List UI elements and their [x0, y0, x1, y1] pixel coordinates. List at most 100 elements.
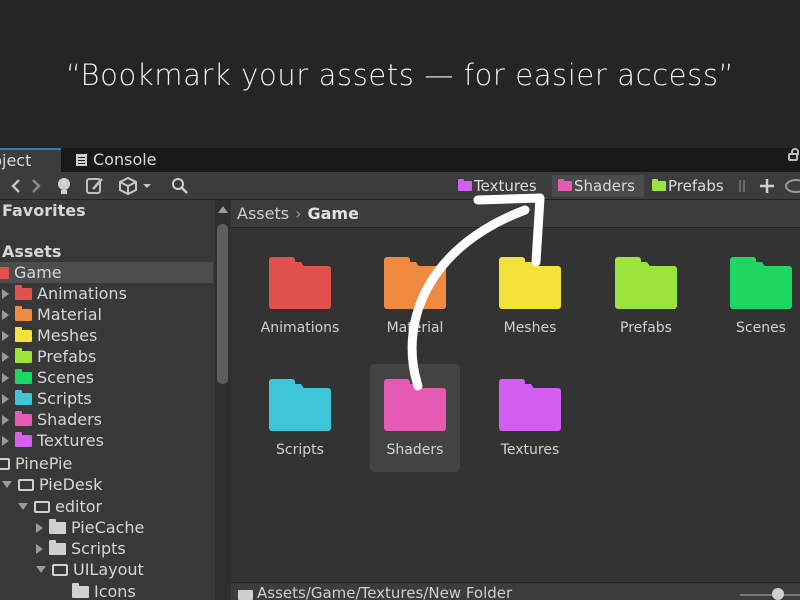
folder-icon — [15, 285, 32, 300]
edit-pencil-icon[interactable] — [84, 176, 106, 196]
tree-item-label: Icons — [94, 582, 136, 600]
expand-arrow-icon[interactable] — [2, 352, 9, 362]
folder-icon — [49, 540, 66, 555]
tree-item-label: editor — [55, 497, 103, 516]
tree-scrollbar[interactable] — [215, 200, 231, 600]
expand-arrow-icon[interactable] — [2, 373, 9, 383]
bookmark-folder-icon — [558, 179, 572, 191]
expand-arrow-icon[interactable] — [2, 394, 9, 404]
tree-item-game[interactable]: Game — [0, 262, 213, 283]
expand-arrow-icon[interactable] — [2, 289, 9, 299]
breadcrumb-game[interactable]: Game — [307, 204, 358, 223]
tree-item-uilayout[interactable]: UILayout — [36, 559, 144, 580]
collapse-arrow-icon[interactable] — [2, 481, 12, 488]
collapse-arrow-icon[interactable] — [36, 566, 46, 573]
expand-arrow-icon[interactable] — [2, 415, 9, 425]
tree-item-animations[interactable]: Animations — [2, 283, 127, 304]
collapse-arrow-icon[interactable] — [18, 503, 28, 510]
open-folder-icon — [34, 501, 50, 513]
folder-icon — [15, 411, 32, 426]
folder-icon — [499, 257, 561, 309]
folder-tile-shaders[interactable]: Shaders — [370, 364, 460, 472]
bookmark-shaders[interactable]: Shaders — [552, 175, 644, 197]
tree-item-label: UILayout — [73, 560, 144, 579]
folder-icon — [269, 257, 331, 309]
folder-tile-material[interactable]: Material — [370, 246, 460, 354]
folder-tile-label: Scenes — [736, 320, 786, 336]
expand-arrow-icon[interactable] — [36, 523, 43, 533]
breadcrumb-assets[interactable]: Assets — [237, 204, 289, 223]
tree-item-label: Scripts — [37, 389, 92, 408]
folder-tile-label: Shaders — [386, 442, 444, 458]
tree-item-meshes[interactable]: Meshes — [2, 325, 97, 346]
expand-arrow-icon[interactable] — [36, 544, 43, 554]
bookmark-folder-icon — [652, 179, 666, 191]
package-filter-icon[interactable] — [116, 176, 158, 196]
lock-icon[interactable] — [788, 148, 799, 161]
promo-banner: “Bookmark your assets — for easier acces… — [0, 0, 800, 148]
folder-icon — [269, 379, 331, 431]
open-folder-icon — [18, 479, 34, 491]
add-bookmark-icon[interactable] — [756, 176, 778, 196]
scrollbar-thumb[interactable] — [217, 224, 228, 384]
scroll-up-arrow-icon[interactable] — [218, 206, 228, 213]
expand-arrow-icon[interactable] — [2, 310, 9, 320]
bookmark-prefabs[interactable]: Prefabs — [646, 175, 736, 197]
lightbulb-icon[interactable] — [54, 176, 74, 196]
window-tab-bar: roject Console — [0, 148, 800, 172]
assets-header[interactable]: Assets — [2, 241, 61, 262]
folder-tile-meshes[interactable]: Meshes — [485, 246, 575, 354]
tab-console[interactable]: Console — [72, 148, 176, 172]
search-icon[interactable] — [170, 176, 190, 196]
tree-item-label: Textures — [37, 431, 104, 450]
bookmark-textures[interactable]: Textures — [452, 175, 548, 197]
open-folder-icon — [0, 458, 10, 470]
folder-tile-textures[interactable]: Textures — [485, 368, 575, 476]
folder-tile-scenes[interactable]: Scenes — [716, 246, 800, 354]
bookmark-label: Shaders — [574, 177, 635, 195]
tree-item-label: Meshes — [37, 326, 98, 345]
tree-item-editor-scripts[interactable]: Scripts — [36, 538, 126, 559]
tree-item-label: Shaders — [37, 410, 103, 429]
tree-item-prefabs[interactable]: Prefabs — [2, 346, 96, 367]
tab-project-label: roject — [0, 151, 32, 170]
tree-item-label: Game — [14, 263, 62, 282]
zoom-slider-handle[interactable] — [772, 588, 784, 600]
folder-icon — [72, 583, 89, 598]
folder-icon — [49, 519, 66, 534]
folder-icon — [499, 379, 561, 431]
tree-item-label: Scripts — [71, 539, 126, 558]
visibility-eye-icon[interactable] — [784, 176, 800, 196]
tree-item-piedesk[interactable]: PieDesk — [2, 474, 102, 495]
tree-item-scripts[interactable]: Scripts — [2, 388, 92, 409]
folder-icon — [0, 267, 9, 279]
breadcrumb-chevron-icon: › — [295, 204, 302, 223]
tree-item-editor[interactable]: editor — [18, 496, 102, 517]
tree-item-shaders[interactable]: Shaders — [2, 409, 102, 430]
forward-arrow-icon[interactable] — [28, 176, 44, 196]
bookmark-folder-icon — [458, 179, 472, 191]
tree-item-scenes[interactable]: Scenes — [2, 367, 94, 388]
expand-arrow-icon[interactable] — [2, 331, 9, 341]
tree-item-piecache[interactable]: PieCache — [36, 517, 144, 538]
tree-item-icons[interactable]: Icons — [72, 581, 136, 600]
tree-item-label: Animations — [37, 284, 127, 303]
tree-item-material[interactable]: Material — [2, 304, 102, 325]
tree-item-pinepie[interactable]: PinePie — [0, 453, 72, 474]
folder-tile-scripts[interactable]: Scripts — [255, 368, 345, 476]
path-status-bar: Assets/Game/Textures/New Folder — [231, 582, 800, 600]
folder-tile-prefabs[interactable]: Prefabs — [601, 246, 691, 354]
folder-icon — [384, 257, 446, 309]
console-icon — [76, 154, 87, 166]
zoom-slider-track[interactable] — [740, 594, 800, 596]
expand-arrow-icon[interactable] — [2, 436, 9, 446]
tree-item-label: Prefabs — [37, 347, 97, 366]
back-arrow-icon[interactable] — [8, 176, 24, 196]
favorites-header[interactable]: Favorites — [2, 200, 86, 221]
tree-item-textures[interactable]: Textures — [2, 430, 104, 451]
folder-icon — [15, 348, 32, 363]
selected-path: Assets/Game/Textures/New Folder — [257, 584, 513, 600]
folder-tile-animations[interactable]: Animations — [255, 246, 345, 354]
tab-project[interactable]: roject — [0, 148, 61, 172]
toolbar-divider — [738, 176, 746, 196]
